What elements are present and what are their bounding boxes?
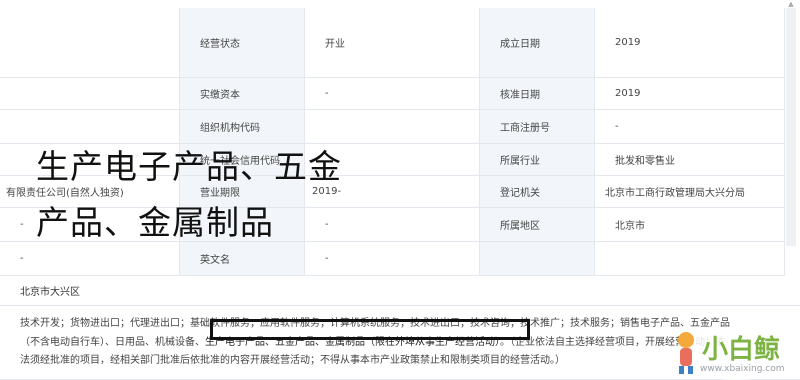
value-operating-status: 开业	[305, 8, 480, 78]
overlay-caption-line2: 产品、金属制品	[36, 203, 274, 242]
left-cell	[0, 8, 180, 78]
value-row6: -	[305, 208, 480, 242]
watermark-site: www.xbaixing.com	[700, 364, 785, 374]
left-cell-dash: -	[0, 242, 180, 276]
scroll-up-arrow-icon[interactable]: ▲	[786, 0, 796, 8]
label-paid-capital: 实缴资本	[180, 78, 305, 110]
value-registration-authority: 北京市工商行政管理局大兴分局	[595, 176, 785, 208]
business-scope-line3: 法须经批准的项目，经相关部门批准后依批准的内容开展经营活动；不得从事本市产业政策…	[20, 355, 565, 366]
label-operating-status: 经营状态	[180, 8, 305, 78]
value-region: 北京市	[595, 208, 785, 242]
value-registration-number: -	[595, 110, 785, 144]
value-industry: 批发和零售业	[595, 144, 785, 176]
label-region: 所属地区	[480, 208, 595, 242]
value-paid-capital: -	[305, 78, 480, 110]
label-established-date: 成立日期	[480, 8, 595, 78]
label-org-code: 组织机构代码	[180, 110, 305, 144]
label-approval-date: 核准日期	[480, 78, 595, 110]
scrollbar-track[interactable]	[786, 8, 796, 246]
left-cell	[0, 110, 180, 144]
left-cell	[0, 78, 180, 110]
label-registration-authority: 登记机关	[480, 176, 595, 208]
address-row: 北京市大兴区	[0, 276, 800, 306]
highlight-box	[210, 319, 530, 340]
value-empty	[595, 242, 785, 276]
value-english-name: -	[305, 242, 480, 276]
value-established-date: 2019	[595, 8, 785, 78]
label-english-name: 英文名	[180, 242, 305, 276]
value-org-code	[305, 110, 480, 144]
logo-text: 小白鲸	[702, 334, 780, 365]
label-registration-number: 工商注册号	[480, 110, 595, 144]
label-empty	[480, 242, 595, 276]
address-text: 北京市大兴区	[20, 287, 80, 298]
value-approval-date: 2019	[595, 78, 785, 110]
label-industry: 所属行业	[480, 144, 595, 176]
overlay-caption-line1: 生产电子产品、五金	[36, 147, 342, 186]
business-scope-line2-prefix: （不含电动自行车）、日用品、机械设备、	[20, 336, 205, 348]
